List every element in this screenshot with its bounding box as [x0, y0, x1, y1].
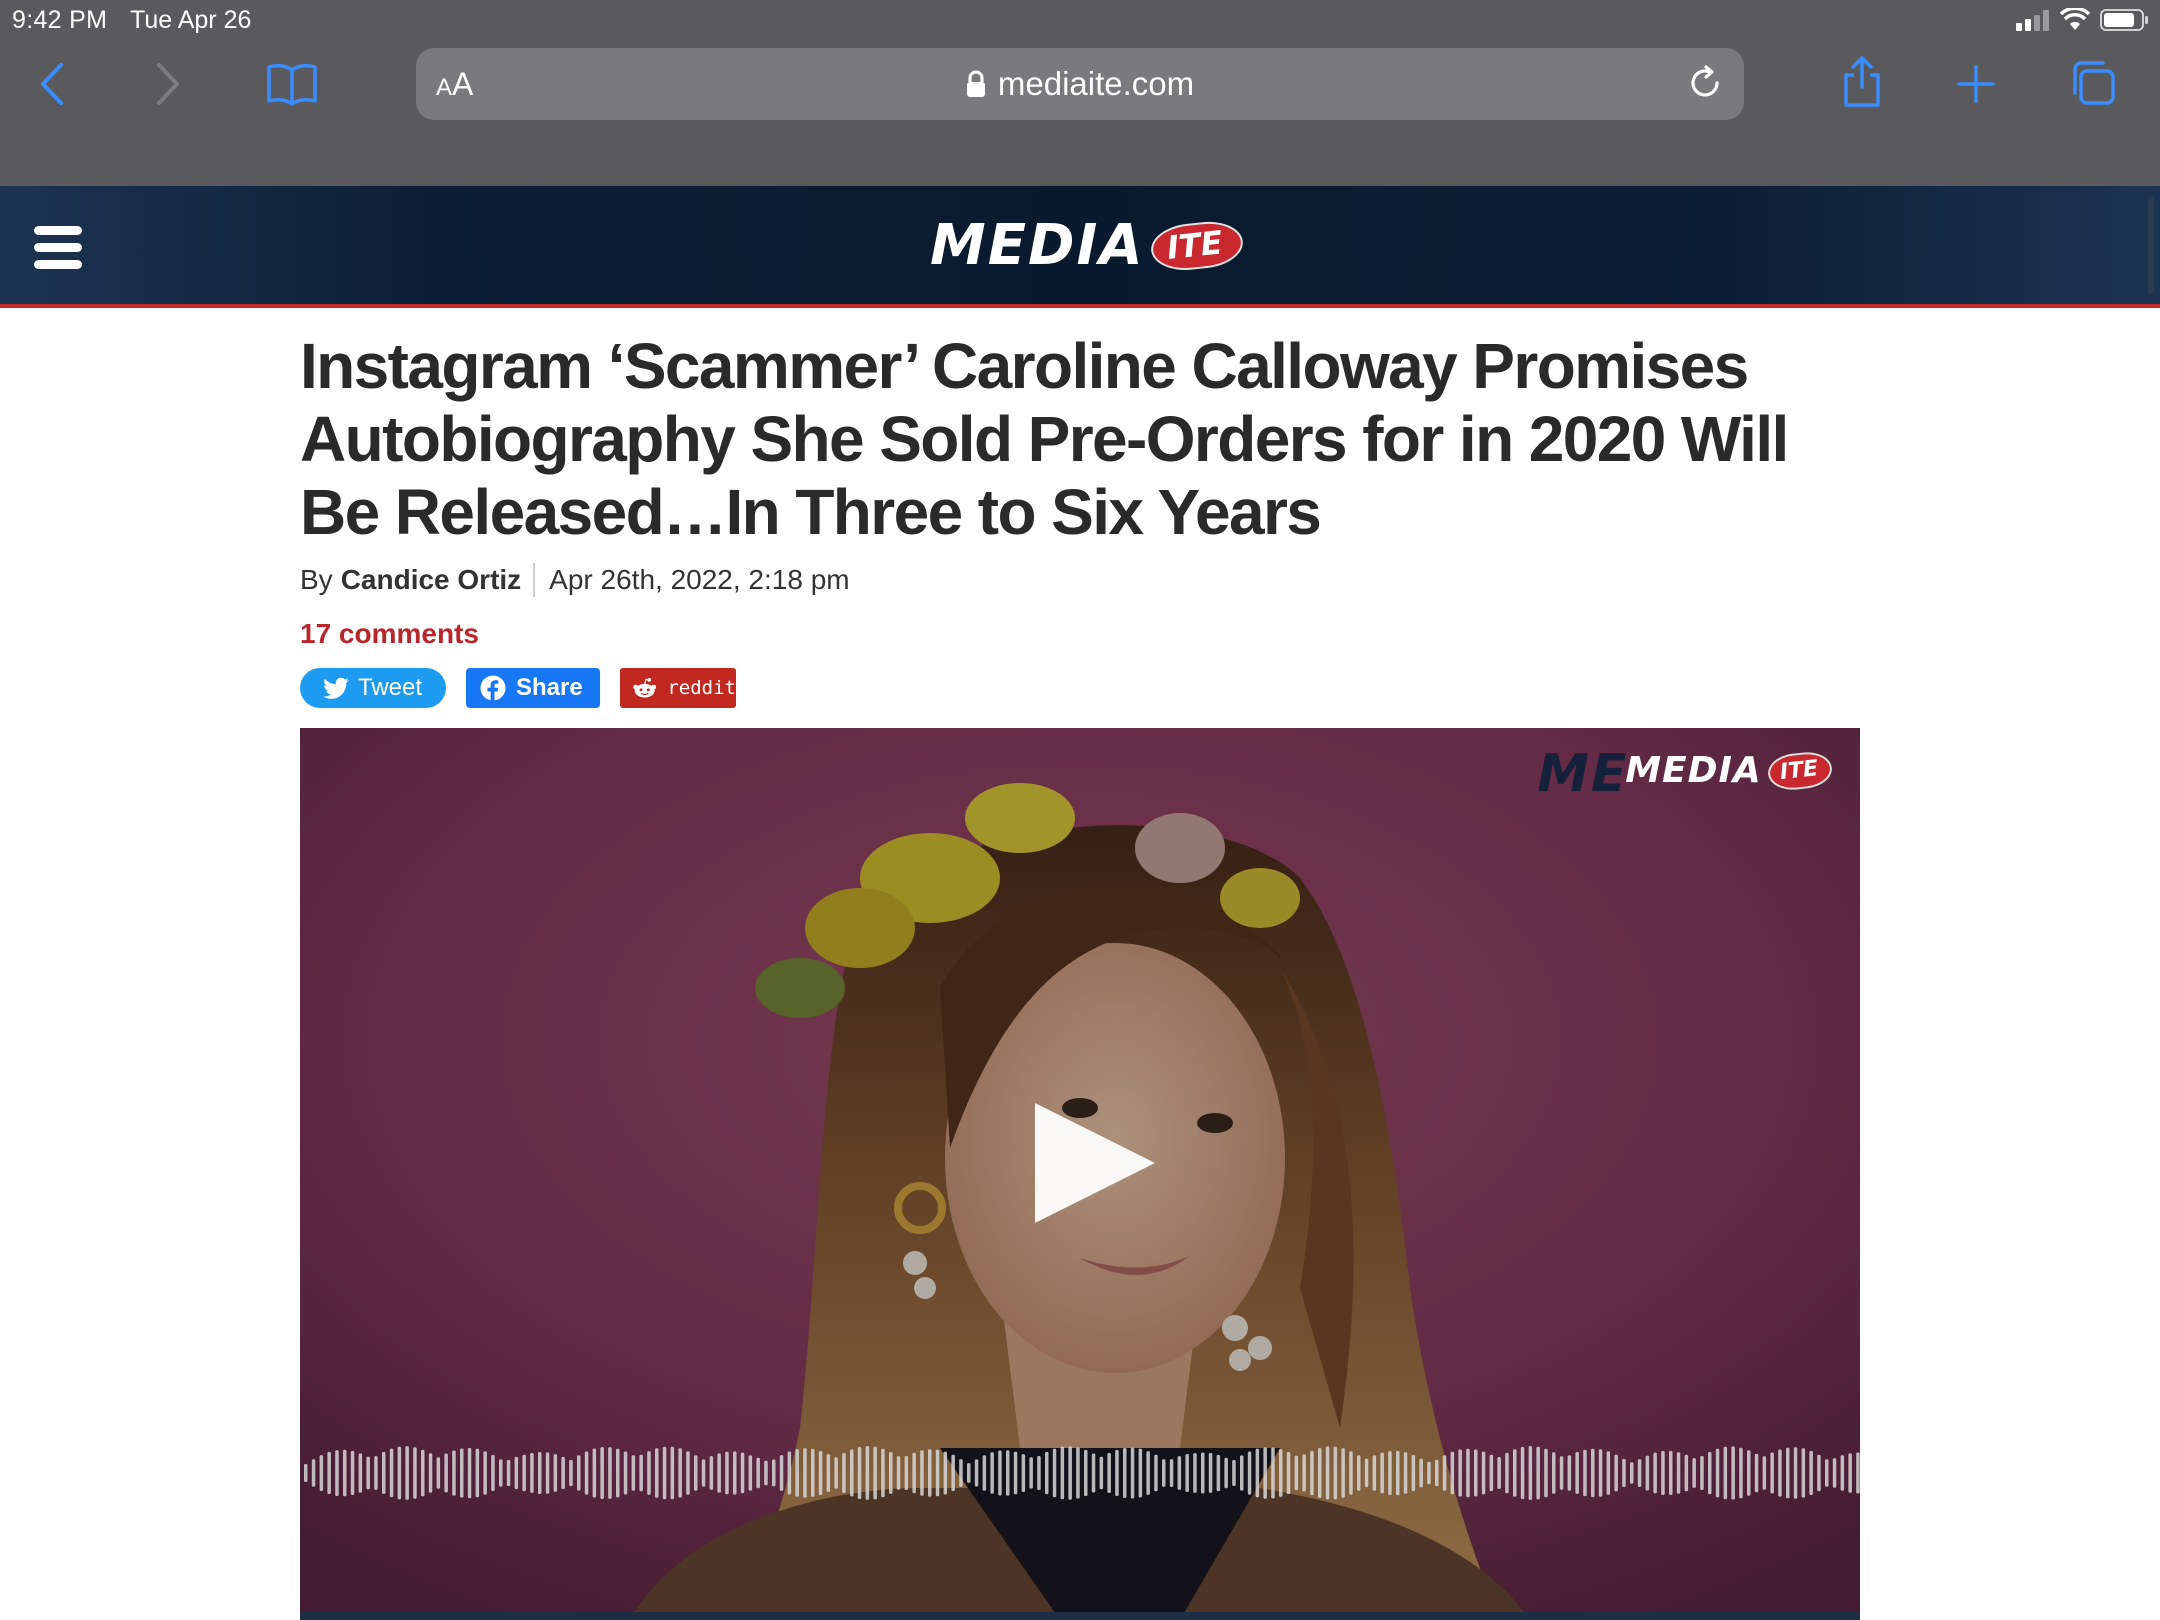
cellular-signal-icon	[2016, 10, 2049, 31]
author-link[interactable]: Candice Ortiz	[341, 564, 521, 596]
bookmarks-button[interactable]	[264, 58, 320, 110]
site-header: MEDIA ITE	[0, 186, 2160, 308]
twitter-bird-icon	[324, 677, 349, 699]
reddit-label: reddit	[667, 677, 736, 699]
address-bar[interactable]: AA mediaite.com	[416, 48, 1744, 120]
watermark-badge: ITE	[1766, 749, 1834, 792]
byline-prefix: By	[300, 564, 333, 595]
share-sheet-button[interactable]	[1838, 54, 1886, 110]
reddit-alien-icon	[633, 678, 657, 698]
chevron-left-icon	[41, 63, 63, 105]
plus-icon	[1957, 65, 1995, 103]
watermark-wordmark: MEDIA	[1625, 750, 1762, 791]
tweet-button[interactable]: Tweet	[300, 668, 446, 708]
status-date: Tue Apr 26	[130, 6, 252, 34]
video-progress-bar[interactable]	[300, 1612, 1860, 1620]
tabs-button[interactable]	[2068, 58, 2118, 108]
site-logo[interactable]: MEDIA ITE	[930, 213, 1245, 278]
share-icon	[1844, 56, 1880, 107]
tabs-overview-icon	[2073, 61, 2115, 105]
logo-badge: ITE	[1148, 218, 1245, 274]
status-indicators	[2016, 6, 2150, 34]
publish-date: Apr 26th, 2022, 2:18 pm	[549, 564, 850, 595]
browser-chrome: 9:42 PM Tue Apr 26 AA mediaite.com	[0, 0, 2160, 186]
article-headline: Instagram ‘Scammer’ Caroline Calloway Pr…	[300, 330, 1789, 548]
new-tab-button[interactable]	[1954, 62, 1998, 106]
reload-icon[interactable]	[1684, 62, 1726, 104]
page-scrollbar[interactable]	[2148, 196, 2154, 294]
menu-icon[interactable]	[34, 226, 82, 270]
watermark-ghost-text: ME	[1537, 744, 1629, 804]
book-icon	[267, 64, 317, 106]
article-byline: By Candice Ortiz Apr 26th, 2022, 2:18 pm	[300, 563, 850, 597]
facebook-share-label: Share	[516, 674, 583, 701]
share-buttons: Tweet Share reddit	[300, 668, 736, 708]
wifi-icon	[2060, 8, 2090, 30]
forward-button[interactable]	[150, 58, 186, 110]
url-display: mediaite.com	[416, 48, 1744, 120]
video-player[interactable]: ME MEDIA ITE	[300, 728, 1860, 1620]
battery-icon	[2100, 9, 2148, 31]
facebook-icon	[480, 675, 506, 701]
chevron-right-icon	[157, 63, 179, 105]
comments-link[interactable]: 17 comments	[300, 618, 479, 650]
facebook-share-button[interactable]: Share	[466, 668, 600, 708]
back-button[interactable]	[34, 58, 70, 110]
video-watermark: ME MEDIA ITE	[1537, 744, 1834, 804]
reddit-share-button[interactable]: reddit	[620, 668, 736, 708]
logo-wordmark: MEDIA	[930, 213, 1145, 278]
status-time: 9:42 PM	[12, 6, 108, 34]
lock-icon	[966, 70, 985, 97]
play-icon[interactable]	[1035, 1103, 1155, 1223]
tweet-label: Tweet	[358, 674, 423, 701]
byline-divider	[533, 563, 536, 597]
url-text: mediaite.com	[997, 65, 1195, 102]
